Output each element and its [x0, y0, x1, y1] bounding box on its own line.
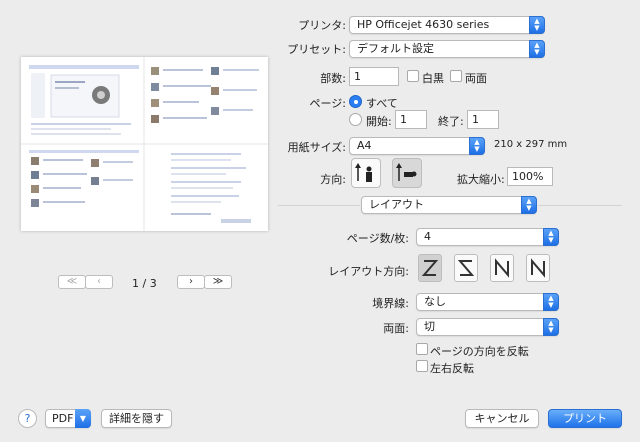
- first-page-button[interactable]: ≪: [58, 275, 86, 289]
- n-direction-icon: [495, 258, 509, 278]
- printer-value: HP Officejet 4630 series: [357, 18, 490, 31]
- two-sided-label: 両面: [465, 72, 487, 85]
- flip-horizontal-label: 左右反転: [430, 362, 474, 375]
- orientation-label: 方向:: [320, 173, 346, 186]
- two-sided-select[interactable]: 切 ▲ ▼: [416, 318, 559, 336]
- last-page-button[interactable]: ≫: [204, 275, 232, 289]
- two-sided-checkbox[interactable]: [450, 70, 462, 82]
- black-white-label: 白黒: [422, 72, 444, 85]
- flip-horizontal-checkbox[interactable]: [416, 360, 428, 372]
- next-page-button[interactable]: ›: [177, 275, 205, 289]
- popup-arrows-icon: ▲ ▼: [469, 137, 485, 155]
- scale-input[interactable]: 100%: [507, 167, 553, 186]
- section-separator-right: [538, 205, 622, 206]
- preview-pages-graphic: [21, 57, 268, 231]
- two-sided-value: 切: [424, 320, 435, 333]
- popup-arrows-icon: ▲ ▼: [543, 228, 559, 246]
- reverse-n-direction-icon: [531, 258, 545, 278]
- two-sided-layout-label: 両面:: [383, 322, 409, 335]
- pages-from-input[interactable]: 1: [395, 110, 427, 129]
- layout-direction-label: レイアウト方向:: [328, 265, 409, 278]
- popup-arrows-icon: ▲ ▼: [529, 40, 545, 58]
- print-preview: [21, 57, 268, 231]
- popup-arrows-icon: ▲ ▼: [529, 16, 545, 34]
- reverse-orientation-label: ページの方向を反転: [430, 345, 529, 358]
- border-select[interactable]: なし ▲ ▼: [416, 293, 559, 311]
- black-white-checkbox[interactable]: [407, 70, 419, 82]
- preset-value: デフォルト設定: [357, 42, 434, 55]
- cancel-button[interactable]: キャンセル: [465, 409, 539, 428]
- paper-dimensions: 210 x 297 mm: [494, 139, 568, 150]
- landscape-icon: [396, 163, 417, 181]
- hide-details-button[interactable]: 詳細を隠す: [101, 409, 172, 428]
- pages-to-label: 終了:: [438, 115, 464, 128]
- reverse-orientation-checkbox[interactable]: [416, 343, 428, 355]
- previous-page-button[interactable]: ‹: [85, 275, 113, 289]
- preset-select[interactable]: デフォルト設定 ▲ ▼: [349, 40, 545, 58]
- printer-select[interactable]: HP Officejet 4630 series ▲ ▼: [349, 16, 545, 34]
- paper-size-value: A4: [357, 139, 372, 152]
- border-label: 境界線:: [372, 297, 409, 310]
- pages-per-sheet-value: 4: [424, 230, 431, 243]
- preset-label: プリセット:: [287, 43, 346, 56]
- portrait-icon: [355, 163, 372, 182]
- pages-range-radio[interactable]: [349, 113, 362, 126]
- help-button[interactable]: ?: [18, 409, 37, 428]
- chevron-down-icon: ▼: [75, 409, 91, 428]
- page-indicator: 1 / 3: [132, 277, 157, 290]
- help-icon: ?: [24, 412, 31, 425]
- pages-label: ページ:: [309, 97, 347, 110]
- pdf-menu-button[interactable]: PDF ▼: [45, 409, 91, 428]
- pdf-label: PDF: [52, 412, 74, 425]
- reverse-z-direction-icon: [457, 260, 475, 276]
- print-button[interactable]: プリント: [548, 409, 622, 428]
- pages-all-label: すべて: [366, 97, 398, 110]
- border-value: なし: [424, 295, 446, 308]
- pages-per-sheet-select[interactable]: 4 ▲ ▼: [416, 228, 559, 246]
- paper-size-select[interactable]: A4 ▲ ▼: [349, 137, 485, 155]
- pages-per-sheet-label: ページ数/枚:: [346, 232, 409, 245]
- section-value: レイアウト: [369, 198, 424, 211]
- landscape-orientation-button[interactable]: [392, 158, 422, 188]
- section-separator-left: [278, 205, 360, 206]
- popup-arrows-icon: ▲ ▼: [521, 196, 537, 214]
- popup-arrows-icon: ▲ ▼: [543, 293, 559, 311]
- pages-from-label: 開始:: [366, 115, 392, 128]
- popup-arrows-icon: ▲ ▼: [543, 318, 559, 336]
- layout-direction-z-button[interactable]: [418, 254, 442, 282]
- layout-direction-n-button[interactable]: [490, 254, 514, 282]
- paper-size-label: 用紙サイズ:: [287, 141, 346, 154]
- pages-all-radio[interactable]: [349, 95, 362, 108]
- section-select[interactable]: レイアウト ▲ ▼: [361, 196, 537, 214]
- scale-label: 拡大縮小:: [457, 173, 505, 186]
- copies-input[interactable]: 1: [349, 67, 399, 86]
- layout-direction-reverse-n-button[interactable]: [526, 254, 550, 282]
- layout-direction-reverse-z-button[interactable]: [454, 254, 478, 282]
- z-direction-icon: [421, 260, 439, 276]
- pages-to-input[interactable]: 1: [467, 110, 499, 129]
- copies-label: 部数:: [320, 72, 346, 85]
- portrait-orientation-button[interactable]: [351, 158, 381, 188]
- printer-label: プリンタ:: [298, 19, 346, 32]
